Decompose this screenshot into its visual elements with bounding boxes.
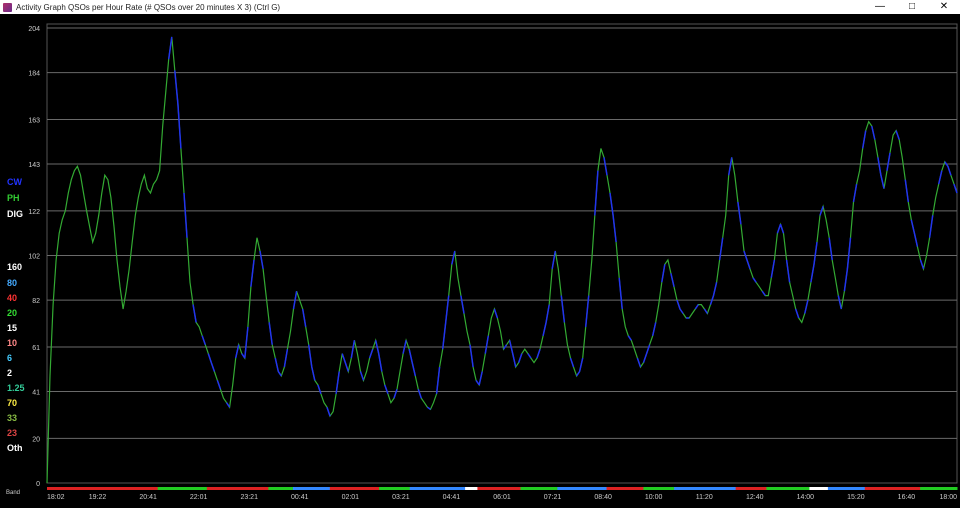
x-tick-label: 04:41 xyxy=(443,494,461,501)
x-tick-label: 15:20 xyxy=(847,494,865,501)
x-tick-label: 08:40 xyxy=(594,494,612,501)
band-strip-segment xyxy=(674,487,737,490)
band-strip-segment xyxy=(157,487,208,490)
legend-item-33: 33 xyxy=(7,413,18,423)
series-line-cw xyxy=(167,36,958,417)
band-strip-segment xyxy=(557,487,608,490)
window-title: Activity Graph QSOs per Hour Rate (# QSO… xyxy=(16,2,281,12)
legend-item-dig: DIG xyxy=(7,209,24,219)
legend-item-160: 160 xyxy=(7,262,23,272)
x-tick-label: 14:00 xyxy=(797,494,815,501)
x-tick-label: 23:21 xyxy=(240,494,258,501)
band-label: Band xyxy=(6,490,20,496)
y-tick-label: 102 xyxy=(28,254,40,261)
band-strip-segment xyxy=(827,487,866,490)
x-tick-label: 18:00 xyxy=(939,494,957,501)
y-tick-label: 41 xyxy=(32,390,40,397)
x-tick-label: 07:21 xyxy=(544,494,562,501)
x-tick-label: 03:21 xyxy=(392,494,410,501)
x-tick-label: 06:01 xyxy=(493,494,511,501)
maximize-button[interactable]: □ xyxy=(896,0,928,14)
band-strip-segment xyxy=(379,487,411,490)
band-strip-segment xyxy=(329,487,380,490)
activity-graph: 0 20 41 61 82 102 122 143 163 184 204 18:02 19:22 20:… xyxy=(0,14,960,503)
band-strip-segment xyxy=(47,487,159,490)
legend-item-20: 20 xyxy=(7,308,18,318)
legend-item-ph: PH xyxy=(7,193,20,203)
x-tick-label: 22:01 xyxy=(190,494,208,501)
x-tick-label: 00:41 xyxy=(291,494,309,501)
x-tick-label: 12:40 xyxy=(746,494,764,501)
y-tick-label: 82 xyxy=(32,298,40,305)
band-strip-segment xyxy=(292,487,331,490)
legend-item-15: 15 xyxy=(7,323,18,333)
legend-item-10: 10 xyxy=(7,338,18,348)
band-strip-segment xyxy=(520,487,558,490)
x-tick-label: 19:22 xyxy=(89,494,107,501)
band-strip-segment xyxy=(864,487,921,490)
band-strip-segment xyxy=(643,487,675,490)
legend-item-80: 80 xyxy=(7,278,18,288)
legend-item-2: 2 xyxy=(7,368,13,378)
y-tick-label: 122 xyxy=(28,209,40,216)
x-tick-label: 16:40 xyxy=(898,494,916,501)
legend-item-6: 6 xyxy=(7,353,13,363)
band-strip-segment xyxy=(809,487,829,490)
y-tick-label: 204 xyxy=(28,26,40,33)
x-tick-label: 10:00 xyxy=(645,494,663,501)
series-line-ph xyxy=(46,36,958,484)
legend-item-oth: Oth xyxy=(7,443,23,453)
x-tick-label: 02:01 xyxy=(342,494,360,501)
close-button[interactable]: ✕ xyxy=(928,0,960,14)
y-tick-label: 143 xyxy=(28,162,40,169)
app-icon xyxy=(3,2,12,12)
chart-svg: 02041618210212214316318420418:02 19:22 20:… xyxy=(6,23,958,501)
legend-item-cw: CW xyxy=(7,177,22,187)
x-tick-label: 20:41 xyxy=(139,494,157,501)
band-strip-segment xyxy=(206,487,269,490)
minimize-button[interactable]: — xyxy=(864,0,896,14)
band-strip-segment xyxy=(268,487,294,490)
band-strip-segment xyxy=(920,487,958,490)
x-tick-label: 11:20 xyxy=(696,494,713,501)
y-tick-label: 184 xyxy=(28,71,40,78)
legend-item-70: 70 xyxy=(7,398,18,408)
band-strip-segment xyxy=(477,487,521,490)
plot-border xyxy=(46,23,958,484)
title-bar: Activity Graph QSOs per Hour Rate (# QSO… xyxy=(0,0,960,14)
y-tick-label: 0 xyxy=(36,481,40,488)
band-strip-segment xyxy=(409,487,466,490)
y-tick-label: 61 xyxy=(32,345,40,352)
legend-item-1-25: 1.25 xyxy=(7,383,25,393)
band-strip-segment xyxy=(735,487,767,490)
band-strip-segment xyxy=(606,487,644,490)
x-tick-label: 18:02 xyxy=(47,494,65,501)
band-strip-segment xyxy=(465,487,478,490)
y-tick-label: 20 xyxy=(32,436,40,443)
legend-item-40: 40 xyxy=(7,293,18,303)
legend-item-23: 23 xyxy=(7,428,18,438)
y-tick-label: 163 xyxy=(28,117,40,124)
band-strip-segment xyxy=(766,487,810,490)
